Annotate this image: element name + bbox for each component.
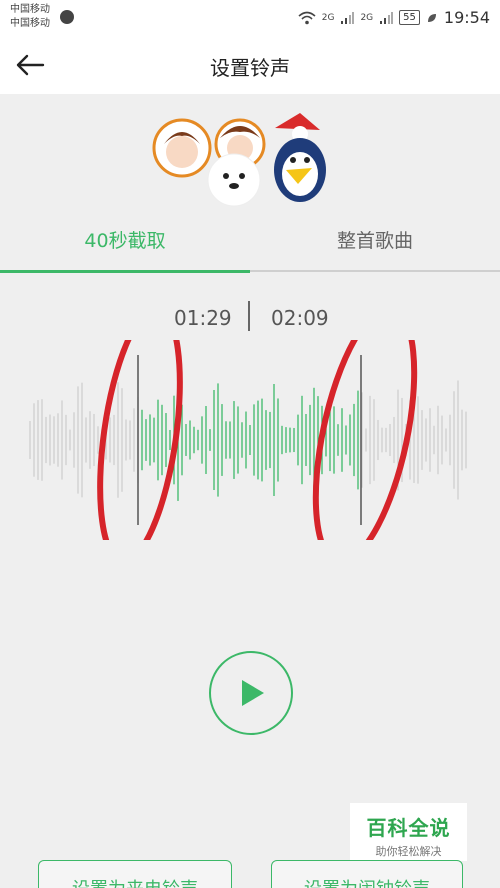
watermark-title: 百科全说 <box>366 816 451 840</box>
leaf-icon <box>427 13 436 22</box>
play-button[interactable] <box>209 651 293 735</box>
carrier-name: 中国移动 <box>10 18 50 29</box>
battery-level: 55 <box>399 10 420 25</box>
network-type-label: 2G <box>360 12 374 23</box>
signal-icon <box>380 11 394 24</box>
app-header: 设置铃声 <box>0 36 500 94</box>
play-icon <box>242 680 264 706</box>
audio-waveform[interactable] <box>0 340 500 540</box>
set-alarm-button[interactable]: 设置为闹钟铃声 <box>271 860 463 888</box>
clip-start-time: 01:29 <box>174 306 232 330</box>
carrier-name: 中国移动 <box>10 4 50 15</box>
wifi-icon <box>298 11 316 24</box>
watermark-subtitle: 助你轻松解决 <box>375 845 442 858</box>
avatars-illustration <box>152 113 326 207</box>
clip-end-time: 02:09 <box>271 306 329 330</box>
time-separator <box>248 301 250 331</box>
page-title: 设置铃声 <box>210 56 290 80</box>
tab-active-indicator <box>0 270 250 273</box>
tab-bar: 40秒截取 整首歌曲 <box>0 212 500 274</box>
signal-icon <box>341 11 355 24</box>
annotation-circle <box>312 340 418 540</box>
tab-40s-clip[interactable]: 40秒截取 <box>0 226 250 253</box>
status-bar: 中国移动 中国移动 2G 2G 55 19:54 <box>0 0 500 36</box>
notification-icon <box>60 10 74 24</box>
clock-time: 19:54 <box>443 8 490 27</box>
annotation-circle <box>97 340 183 540</box>
tab-full-song[interactable]: 整首歌曲 <box>250 226 500 253</box>
watermark: 百科全说 助你轻松解决 <box>350 803 467 861</box>
network-type-label: 2G <box>321 12 335 23</box>
set-ringtone-button[interactable]: 设置为来电铃声 <box>38 860 232 888</box>
